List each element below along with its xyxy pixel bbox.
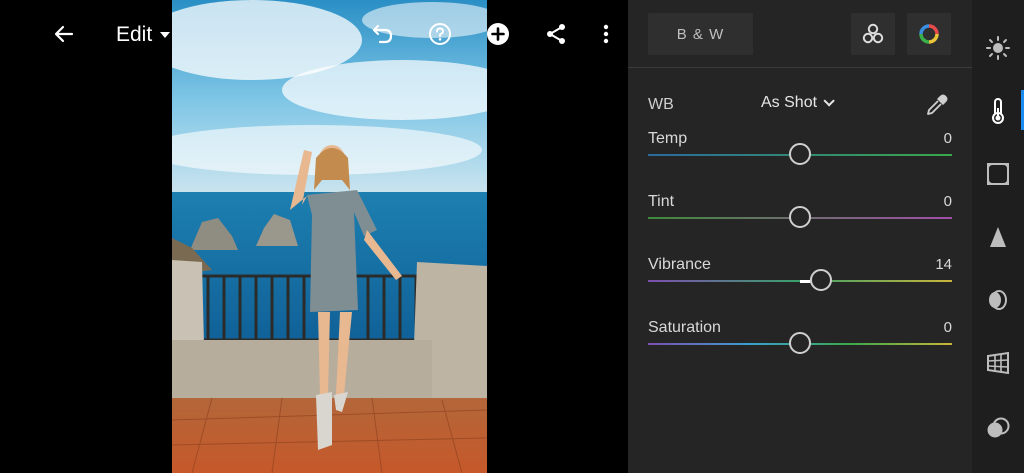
wb-label: WB bbox=[648, 96, 674, 113]
slider-thumb[interactable] bbox=[789, 143, 811, 165]
eyedropper-icon bbox=[927, 94, 948, 115]
rail-geometry[interactable] bbox=[972, 339, 1024, 387]
eyedropper-button[interactable] bbox=[924, 92, 950, 118]
undo-button[interactable] bbox=[365, 16, 401, 52]
mask-icon bbox=[987, 417, 1010, 438]
color-icon bbox=[992, 98, 1004, 124]
color-grading-button[interactable] bbox=[907, 13, 951, 55]
slider-thumb[interactable] bbox=[789, 206, 811, 228]
effects-icon bbox=[987, 163, 1009, 185]
slider-label: Tint bbox=[648, 193, 675, 210]
top-toolbar: Edit bbox=[0, 0, 628, 68]
tool-rail bbox=[972, 0, 1024, 473]
help-icon bbox=[429, 23, 451, 45]
rail-detail[interactable] bbox=[972, 213, 1024, 261]
more-button[interactable] bbox=[588, 16, 624, 52]
rail-masking[interactable] bbox=[972, 404, 1024, 452]
panel-header: B & W bbox=[628, 0, 972, 68]
color-mix-icon bbox=[862, 23, 884, 44]
share-icon bbox=[547, 24, 565, 44]
slider-temp: Temp 0 bbox=[648, 130, 952, 182]
rail-effects[interactable] bbox=[972, 150, 1024, 198]
edit-mode-dropdown[interactable]: Edit bbox=[116, 20, 171, 50]
add-button[interactable] bbox=[480, 16, 516, 52]
wb-value: As Shot bbox=[761, 94, 818, 111]
slider-thumb[interactable] bbox=[810, 269, 832, 291]
optics-icon bbox=[989, 290, 1007, 310]
detail-icon bbox=[990, 227, 1006, 247]
rail-light[interactable] bbox=[972, 24, 1024, 72]
plus-circle-icon bbox=[487, 23, 509, 45]
color-mix-button[interactable] bbox=[851, 13, 895, 55]
slider-value: 14 bbox=[935, 256, 952, 273]
caret-down-icon bbox=[160, 32, 171, 38]
color-wheel-icon bbox=[919, 24, 939, 44]
chevron-down-icon bbox=[823, 95, 835, 107]
slider-saturation: Saturation 0 bbox=[648, 319, 952, 371]
light-icon bbox=[986, 36, 1010, 60]
back-arrow-icon bbox=[54, 25, 74, 43]
photo-preview[interactable] bbox=[172, 0, 487, 473]
slider-value: 0 bbox=[943, 319, 952, 336]
slider-value: 0 bbox=[943, 130, 952, 147]
back-button[interactable] bbox=[46, 16, 82, 52]
slider-vibrance: Vibrance 14 bbox=[648, 256, 952, 308]
bw-button[interactable]: B & W bbox=[648, 13, 753, 55]
slider-tint: Tint 0 bbox=[648, 193, 952, 245]
more-vertical-icon bbox=[603, 24, 609, 44]
share-button[interactable] bbox=[538, 16, 574, 52]
color-panel: B & W WB As Shot Temp 0 Tint 0 Vibrance … bbox=[628, 0, 972, 473]
slider-thumb[interactable] bbox=[789, 332, 811, 354]
photo-image bbox=[172, 0, 487, 473]
slider-label: Vibrance bbox=[648, 256, 711, 273]
help-button[interactable] bbox=[422, 16, 458, 52]
edit-mode-label: Edit bbox=[116, 23, 153, 46]
rail-optics[interactable] bbox=[972, 276, 1024, 324]
slider-label: Temp bbox=[648, 130, 688, 147]
slider-label: Saturation bbox=[648, 319, 721, 336]
wb-dropdown[interactable]: As Shot bbox=[761, 94, 835, 112]
geometry-icon bbox=[987, 351, 1009, 375]
rail-color[interactable] bbox=[972, 87, 1024, 135]
slider-value: 0 bbox=[943, 193, 952, 210]
white-balance-row: WB As Shot bbox=[648, 92, 952, 118]
undo-icon bbox=[372, 24, 393, 44]
